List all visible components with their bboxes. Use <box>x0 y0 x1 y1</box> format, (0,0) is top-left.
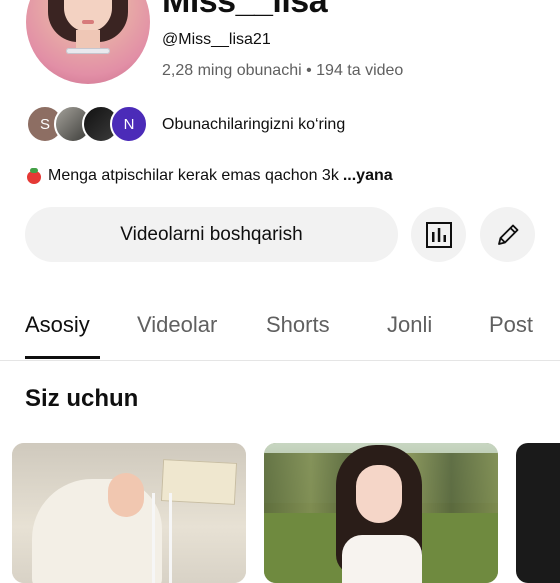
analytics-button[interactable] <box>411 207 466 262</box>
analytics-icon <box>425 221 452 248</box>
tab-shorts[interactable]: Shorts <box>266 312 330 338</box>
tab-home[interactable]: Asosiy <box>25 312 90 338</box>
tab-posts[interactable]: Post <box>489 312 533 338</box>
channel-avatar[interactable] <box>26 0 150 84</box>
channel-name: Miss__lisa <box>162 0 328 20</box>
video-thumbnail[interactable] <box>516 443 560 583</box>
section-title: Siz uchun <box>25 385 139 412</box>
description-more-link[interactable]: ...yana <box>343 167 393 185</box>
tab-videos[interactable]: Videolar <box>137 312 217 338</box>
manage-videos-button[interactable]: Videolarni boshqarish <box>25 207 398 262</box>
edit-channel-button[interactable] <box>480 207 535 262</box>
channel-description[interactable]: Menga atpischilar kerak emas qachon 3k .… <box>26 167 393 185</box>
tab-live[interactable]: Jonli <box>387 312 432 338</box>
subscribers-avatars[interactable]: S N <box>26 105 148 143</box>
channel-stats: 2,28 ming obunachi • 194 ta video <box>162 62 404 79</box>
video-thumbnail[interactable] <box>264 443 498 583</box>
pencil-icon <box>497 224 518 245</box>
video-thumbnail[interactable] <box>12 443 246 583</box>
view-subscribers-link[interactable]: Obunachilaringizni ko‘ring <box>162 116 345 134</box>
description-text: Menga atpischilar kerak emas qachon 3k <box>48 167 339 184</box>
channel-handle: @Miss__lisa21 <box>162 31 271 48</box>
subscriber-avatar: N <box>110 105 148 143</box>
channel-tabs: Asosiy Videolar Shorts Jonli Post <box>0 300 560 361</box>
active-tab-indicator <box>25 356 100 359</box>
strawberry-icon <box>26 168 42 184</box>
